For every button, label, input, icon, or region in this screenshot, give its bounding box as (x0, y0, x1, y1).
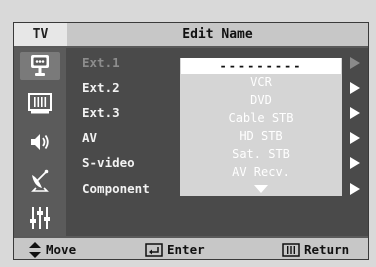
row-arrow-icon[interactable] (350, 82, 360, 94)
row-arrow-icon[interactable] (350, 183, 360, 195)
move-hint: Move (28, 238, 77, 259)
menu-title: Edit Name (182, 27, 253, 42)
input-icon[interactable] (20, 52, 60, 80)
tv-label: TV (14, 23, 67, 46)
channel-icon[interactable] (20, 166, 60, 194)
row-arrow-icon[interactable] (350, 107, 360, 119)
menu-footer: Move Enter Return (14, 236, 368, 259)
dropdown-option[interactable]: Cable STB (180, 111, 342, 125)
enter-label: Enter (167, 242, 205, 257)
return-label: Return (304, 242, 350, 257)
dropdown-selected-option[interactable]: --------- (181, 58, 341, 74)
move-label: Move (46, 242, 77, 257)
enter-icon (145, 242, 163, 257)
row-arrow-icon[interactable] (350, 132, 360, 144)
setup-icon[interactable] (20, 204, 60, 232)
dropdown-option[interactable]: Sat. STB (180, 147, 342, 161)
menu-header: TV Edit Name (14, 23, 368, 48)
sidebar (14, 48, 66, 236)
picture-icon[interactable] (20, 90, 60, 118)
dropdown-option[interactable]: DVD (180, 93, 342, 107)
name-dropdown[interactable]: --------- VCR DVD Cable STB HD STB Sat. … (180, 58, 342, 196)
sound-icon[interactable] (20, 128, 60, 156)
row-arrow-icon[interactable] (350, 157, 360, 169)
enter-hint: Enter (145, 238, 205, 259)
dropdown-option[interactable]: AV Recv. (180, 165, 342, 179)
scroll-down-icon[interactable] (254, 185, 268, 193)
edit-name-menu: TV Edit Name Ext.1 Ext.2 Ext.3 AV S-vide… (13, 22, 369, 260)
dropdown-option[interactable]: HD STB (180, 129, 342, 143)
dropdown-option[interactable]: VCR (180, 75, 342, 89)
return-hint: Return (282, 238, 350, 259)
row-arrow-icon[interactable] (350, 57, 360, 69)
menu-icon (282, 242, 300, 257)
updown-arrow-icon (29, 241, 41, 258)
